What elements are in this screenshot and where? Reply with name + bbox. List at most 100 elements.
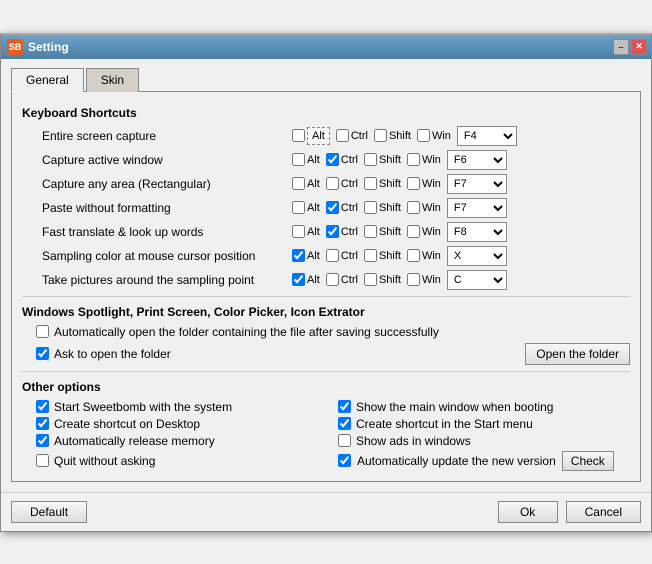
cb-ctrl-6[interactable] [326, 273, 339, 286]
key-select-5[interactable]: X [447, 246, 507, 266]
cb-alt-0[interactable] [292, 129, 305, 142]
cb-win-4[interactable] [407, 225, 420, 238]
cb-alt-5[interactable] [292, 249, 305, 262]
title-bar-left: SB Setting [7, 39, 69, 55]
mod-ctrl-6: Ctrl [326, 273, 358, 286]
cb-alt-2[interactable] [292, 177, 305, 190]
cb-ctrl-4[interactable] [326, 225, 339, 238]
cancel-button[interactable]: Cancel [566, 501, 641, 523]
cb-alt-6[interactable] [292, 273, 305, 286]
settings-window: SB Setting – ✕ General Skin Keyboard Sho… [0, 33, 652, 532]
shortcut-label-6: Take pictures around the sampling point [42, 273, 292, 287]
other-label-3: Create shortcut in the Start menu [356, 417, 533, 431]
other-item-3: Create shortcut in the Start menu [338, 417, 630, 431]
mod-ctrl-5: Ctrl [326, 249, 358, 262]
cb-shift-3[interactable] [364, 201, 377, 214]
window-content: General Skin Keyboard Shortcuts Entire s… [1, 59, 651, 492]
cb-ctrl-3[interactable] [326, 201, 339, 214]
cb-win-2[interactable] [407, 177, 420, 190]
cb-other-3[interactable] [338, 417, 351, 430]
key-select-4[interactable]: F8 [447, 222, 507, 242]
cb-other-7[interactable] [338, 454, 351, 467]
mod-alt-6: Alt [292, 273, 320, 286]
cb-win-5[interactable] [407, 249, 420, 262]
modifier-group-0: Alt Ctrl Shift Win F4 [292, 126, 630, 146]
key-select-1[interactable]: F6 [447, 150, 507, 170]
modifier-group-5: Alt Ctrl Shift Win X [292, 246, 630, 266]
other-label-5: Show ads in windows [356, 434, 471, 448]
shortcut-label-5: Sampling color at mouse cursor position [42, 249, 292, 263]
cb-other-4[interactable] [36, 434, 49, 447]
close-button[interactable]: ✕ [631, 39, 647, 55]
open-folder-button[interactable]: Open the folder [525, 343, 630, 365]
cb-win-6[interactable] [407, 273, 420, 286]
cb-alt-4[interactable] [292, 225, 305, 238]
key-select-2[interactable]: F7 [447, 174, 507, 194]
key-select-6[interactable]: C [447, 270, 507, 290]
keyboard-shortcuts-title: Keyboard Shortcuts [22, 106, 630, 120]
mod-alt-3: Alt [292, 201, 320, 214]
other-label-6: Quit without asking [54, 454, 155, 468]
shortcut-label-1: Capture active window [42, 153, 292, 167]
other-item-4: Automatically release memory [36, 434, 328, 448]
key-select-3[interactable]: F7 [447, 198, 507, 218]
minimize-button[interactable]: – [613, 39, 629, 55]
mod-ctrl-4: Ctrl [326, 225, 358, 238]
auto-open-label: Automatically open the folder containing… [54, 325, 439, 339]
mod-win-5: Win [407, 249, 441, 262]
cb-other-6[interactable] [36, 454, 49, 467]
default-button[interactable]: Default [11, 501, 87, 523]
cb-ctrl-5[interactable] [326, 249, 339, 262]
cb-ctrl-0[interactable] [336, 129, 349, 142]
cb-shift-4[interactable] [364, 225, 377, 238]
cb-auto-open[interactable] [36, 325, 49, 338]
modifier-group-4: Alt Ctrl Shift Win F8 [292, 222, 630, 242]
tab-skin[interactable]: Skin [86, 68, 139, 92]
cb-shift-2[interactable] [364, 177, 377, 190]
mod-shift-4: Shift [364, 225, 401, 238]
mod-shift-6: Shift [364, 273, 401, 286]
shortcut-label-4: Fast translate & look up words [42, 225, 292, 239]
mod-shift-1: Shift [364, 153, 401, 166]
other-options-section: Other options Start Sweetbomb with the s… [22, 380, 630, 471]
shortcut-row-translate: Fast translate & look up words Alt Ctrl … [22, 222, 630, 242]
mod-alt-0: Alt [292, 127, 330, 145]
cb-shift-1[interactable] [364, 153, 377, 166]
cb-shift-6[interactable] [364, 273, 377, 286]
mod-alt-1: Alt [292, 153, 320, 166]
cb-other-5[interactable] [338, 434, 351, 447]
cb-shift-0[interactable] [374, 129, 387, 142]
cb-alt-1[interactable] [292, 153, 305, 166]
mod-alt-4: Alt [292, 225, 320, 238]
cb-alt-3[interactable] [292, 201, 305, 214]
ok-button[interactable]: Ok [498, 501, 558, 523]
shortcut-label-0: Entire screen capture [42, 129, 292, 143]
other-options-title: Other options [22, 380, 630, 394]
check-button[interactable]: Check [562, 451, 614, 471]
cb-ask-open[interactable] [36, 347, 49, 360]
title-bar-controls: – ✕ [613, 39, 647, 55]
cb-shift-5[interactable] [364, 249, 377, 262]
key-select-0[interactable]: F4 [457, 126, 517, 146]
mod-win-3: Win [407, 201, 441, 214]
mod-shift-2: Shift [364, 177, 401, 190]
cb-win-0[interactable] [417, 129, 430, 142]
mod-ctrl-3: Ctrl [326, 201, 358, 214]
mod-win-0: Win [417, 129, 451, 142]
title-bar: SB Setting – ✕ [1, 35, 651, 59]
alt-label-0: Alt [307, 127, 330, 145]
mod-shift-3: Shift [364, 201, 401, 214]
cb-win-3[interactable] [407, 201, 420, 214]
shortcut-row-take-pictures: Take pictures around the sampling point … [22, 270, 630, 290]
cb-other-2[interactable] [36, 417, 49, 430]
cb-other-1[interactable] [338, 400, 351, 413]
cb-ctrl-1[interactable] [326, 153, 339, 166]
other-label-2: Create shortcut on Desktop [54, 417, 200, 431]
shortcut-label-3: Paste without formatting [42, 201, 292, 215]
cb-ctrl-2[interactable] [326, 177, 339, 190]
cb-win-1[interactable] [407, 153, 420, 166]
tab-general[interactable]: General [11, 68, 84, 92]
bottom-right-buttons: Ok Cancel [498, 501, 641, 523]
cb-other-0[interactable] [36, 400, 49, 413]
ask-open-label: Ask to open the folder [54, 347, 171, 361]
